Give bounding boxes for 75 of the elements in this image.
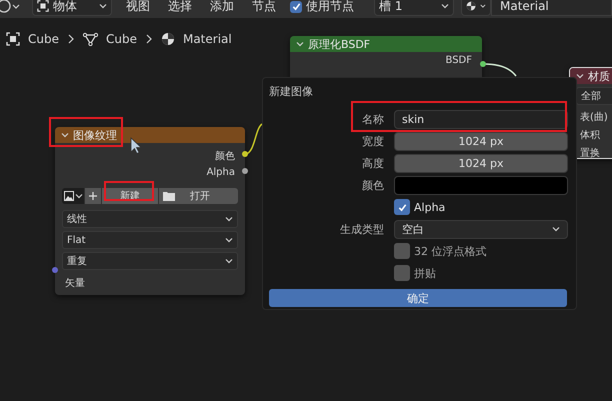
number-field[interactable]: 1024 px — [394, 154, 568, 172]
chevron-icon — [66, 34, 75, 44]
node-title: 材质 — [588, 68, 610, 84]
target-dropdown[interactable]: 全部 — [576, 87, 612, 105]
node-dropdown[interactable]: Flat — [62, 231, 238, 249]
menu-item[interactable]: 添加 — [206, 0, 238, 15]
field-label: 宽度 — [361, 134, 384, 148]
collapse-icon — [296, 41, 304, 47]
menu-item[interactable]: 选择 — [164, 0, 196, 15]
folder-icon — [162, 191, 174, 201]
checkbox-label: Alpha — [414, 200, 446, 214]
caret-icon — [552, 226, 560, 232]
image-icon — [64, 191, 74, 201]
checkbox-label: 32 位浮点格式 — [414, 244, 486, 258]
node-dropdown[interactable]: 重复 — [62, 252, 238, 270]
object-icon — [6, 32, 20, 46]
socket-label: 矢量 — [65, 276, 85, 290]
socket-label: 体积 — [580, 129, 600, 142]
generation-type-dropdown[interactable]: 空白 — [394, 220, 568, 238]
node-dropdown[interactable]: 线性 — [62, 210, 238, 228]
field-label: 生成类型 — [339, 222, 384, 236]
material-icon — [160, 32, 175, 46]
socket-label: BSDF — [446, 55, 472, 66]
checkbox-label: 使用节点 — [306, 0, 354, 15]
collapse-icon — [61, 132, 69, 138]
number-field[interactable]: 1024 px — [394, 132, 568, 150]
mode-dropdown[interactable]: 物体 — [32, 0, 112, 16]
caret-icon — [480, 3, 486, 9]
confirm-button[interactable]: 确定 — [269, 289, 567, 307]
material-browse-button[interactable] — [461, 0, 491, 16]
checkbox[interactable] — [290, 0, 302, 12]
node-title: 图像纹理 — [73, 128, 117, 142]
breadcrumb-item[interactable]: Cube — [106, 32, 137, 46]
mesh-icon — [82, 32, 98, 46]
field-label: 颜色 — [361, 178, 384, 192]
socket-label: 颜色 — [215, 150, 235, 162]
pointer-icon — [130, 137, 142, 155]
caret-icon — [74, 193, 82, 199]
editor-type-icon[interactable] — [0, 0, 22, 14]
field-label: 名称 — [361, 112, 384, 126]
name-field[interactable]: skin — [394, 110, 568, 128]
socket-label: 表(曲) — [580, 110, 608, 124]
field-label: 高度 — [361, 156, 384, 170]
caret-icon — [225, 237, 233, 243]
open-image-button[interactable]: 打开 — [158, 188, 238, 204]
menu-item[interactable]: 节点 — [248, 0, 280, 15]
menu-item[interactable]: 视图 — [122, 0, 154, 15]
socket-label: Alpha — [206, 167, 235, 178]
collapse-icon — [576, 73, 584, 79]
node-wire — [484, 62, 518, 78]
checkbox[interactable] — [394, 243, 410, 259]
checkbox[interactable] — [394, 199, 410, 215]
chevron-icon — [144, 34, 153, 44]
checkbox-label: 拼贴 — [414, 266, 436, 280]
caret-icon — [225, 258, 233, 264]
annotation-frame — [104, 181, 154, 201]
add-icon[interactable] — [85, 188, 101, 204]
socket-label: 置换 — [580, 146, 600, 158]
breadcrumb-item[interactable]: Cube — [28, 32, 59, 46]
color-swatch[interactable] — [394, 176, 568, 194]
checkmark-icon — [398, 202, 406, 212]
node-wire — [245, 123, 263, 155]
checkmark-icon — [292, 2, 300, 11]
image-browse-button[interactable] — [62, 188, 84, 204]
socket-dot[interactable] — [52, 267, 58, 273]
material-name-field[interactable]: Material — [491, 0, 612, 16]
slot-dropdown[interactable]: 槽 1 — [374, 0, 454, 16]
breadcrumb-item[interactable]: Material — [182, 32, 232, 46]
caret-icon — [441, 3, 449, 9]
object-icon — [37, 0, 49, 12]
caret-icon — [99, 3, 107, 9]
material-icon — [466, 0, 476, 13]
checkbox[interactable] — [394, 265, 410, 281]
caret-icon — [225, 216, 233, 222]
node-title: 原理化BSDF — [308, 36, 370, 52]
